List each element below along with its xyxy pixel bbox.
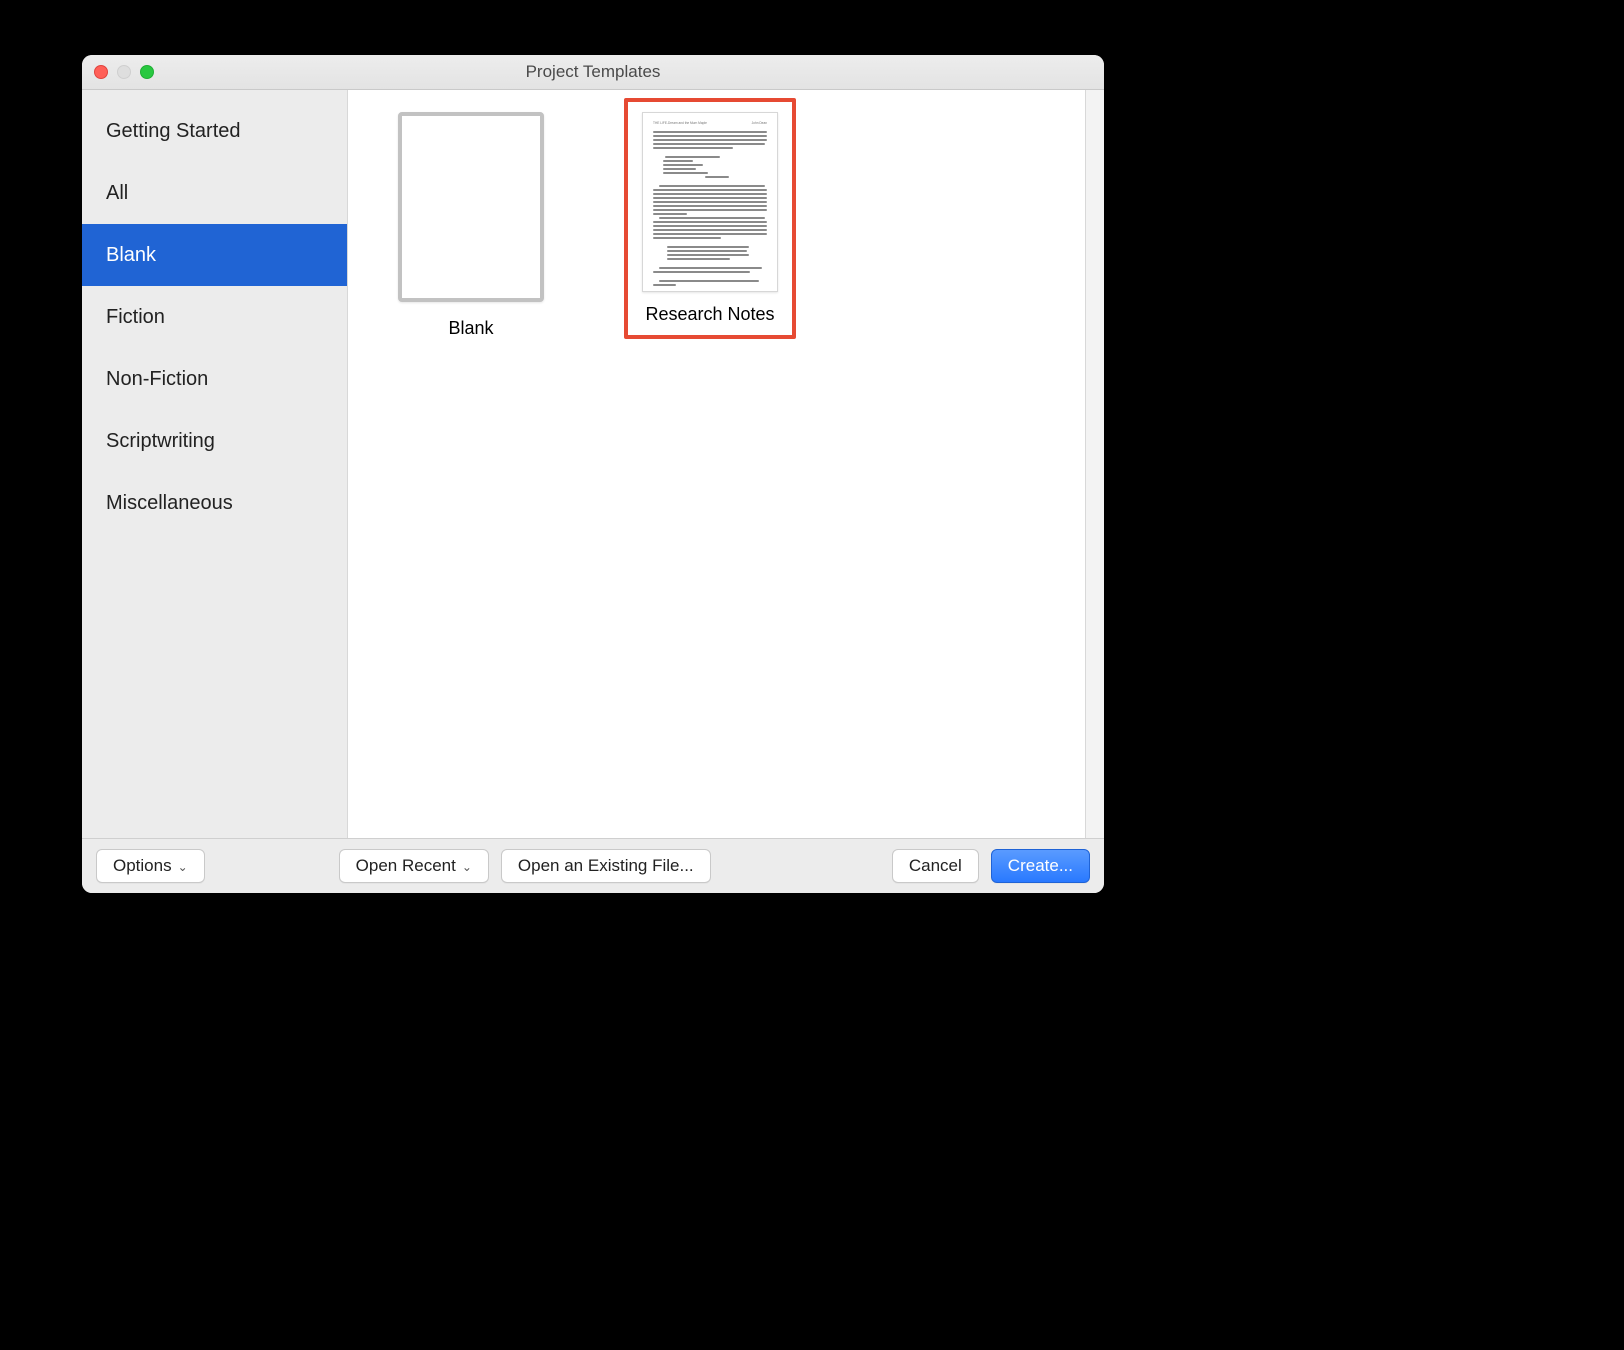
sidebar-item-label: Non-Fiction [106,368,208,391]
button-label: Open Recent [356,856,456,876]
scroll-gutter [1086,90,1104,838]
template-area: Blank THE LIFE-Dream and the Murn MapleJ… [348,90,1086,838]
template-blank[interactable]: Blank [398,112,544,339]
sidebar-item-label: All [106,182,128,205]
project-templates-window: Project Templates Getting Started All Bl… [82,55,1104,893]
sidebar-item-fiction[interactable]: Fiction [82,286,347,348]
titlebar: Project Templates [82,55,1104,90]
zoom-window-button[interactable] [140,65,154,79]
create-button[interactable]: Create... [991,849,1090,883]
sidebar-item-getting-started[interactable]: Getting Started [82,100,347,162]
cancel-button[interactable]: Cancel [892,849,979,883]
doc-preview-lines: THE LIFE-Dream and the Murn MapleJohn De… [653,121,767,286]
sidebar: Getting Started All Blank Fiction Non-Fi… [82,90,348,838]
sidebar-item-non-fiction[interactable]: Non-Fiction [82,348,347,410]
button-label: Options [113,856,172,876]
body: Getting Started All Blank Fiction Non-Fi… [82,90,1104,838]
sidebar-item-label: Scriptwriting [106,430,215,453]
open-existing-file-button[interactable]: Open an Existing File... [501,849,711,883]
button-label: Open an Existing File... [518,856,694,876]
options-menu-button[interactable]: Options ⌄ [96,849,205,883]
template-research-notes[interactable]: THE LIFE-Dream and the Murn MapleJohn De… [624,98,796,339]
window-title: Project Templates [82,62,1104,82]
button-label: Cancel [909,856,962,876]
sidebar-item-scriptwriting[interactable]: Scriptwriting [82,410,347,472]
window-controls [94,65,154,79]
template-tiles: Blank THE LIFE-Dream and the Murn MapleJ… [348,90,1085,361]
sidebar-item-label: Fiction [106,306,165,329]
sidebar-item-label: Getting Started [106,120,241,143]
button-label: Create... [1008,856,1073,876]
minimize-window-button[interactable] [117,65,131,79]
sidebar-item-blank[interactable]: Blank [82,224,347,286]
template-thumb-blank [398,112,544,302]
sidebar-item-label: Miscellaneous [106,492,233,515]
sidebar-item-label: Blank [106,244,156,267]
template-thumb-research-notes: THE LIFE-Dream and the Murn MapleJohn De… [642,112,778,292]
sidebar-item-all[interactable]: All [82,162,347,224]
chevron-down-icon: ⌄ [462,860,472,874]
sidebar-item-miscellaneous[interactable]: Miscellaneous [82,472,347,534]
chevron-down-icon: ⌄ [178,860,188,874]
close-window-button[interactable] [94,65,108,79]
footer: Options ⌄ Open Recent ⌄ Open an Existing… [82,838,1104,893]
template-label: Blank [448,318,493,339]
template-label: Research Notes [645,304,774,325]
open-recent-menu-button[interactable]: Open Recent ⌄ [339,849,489,883]
